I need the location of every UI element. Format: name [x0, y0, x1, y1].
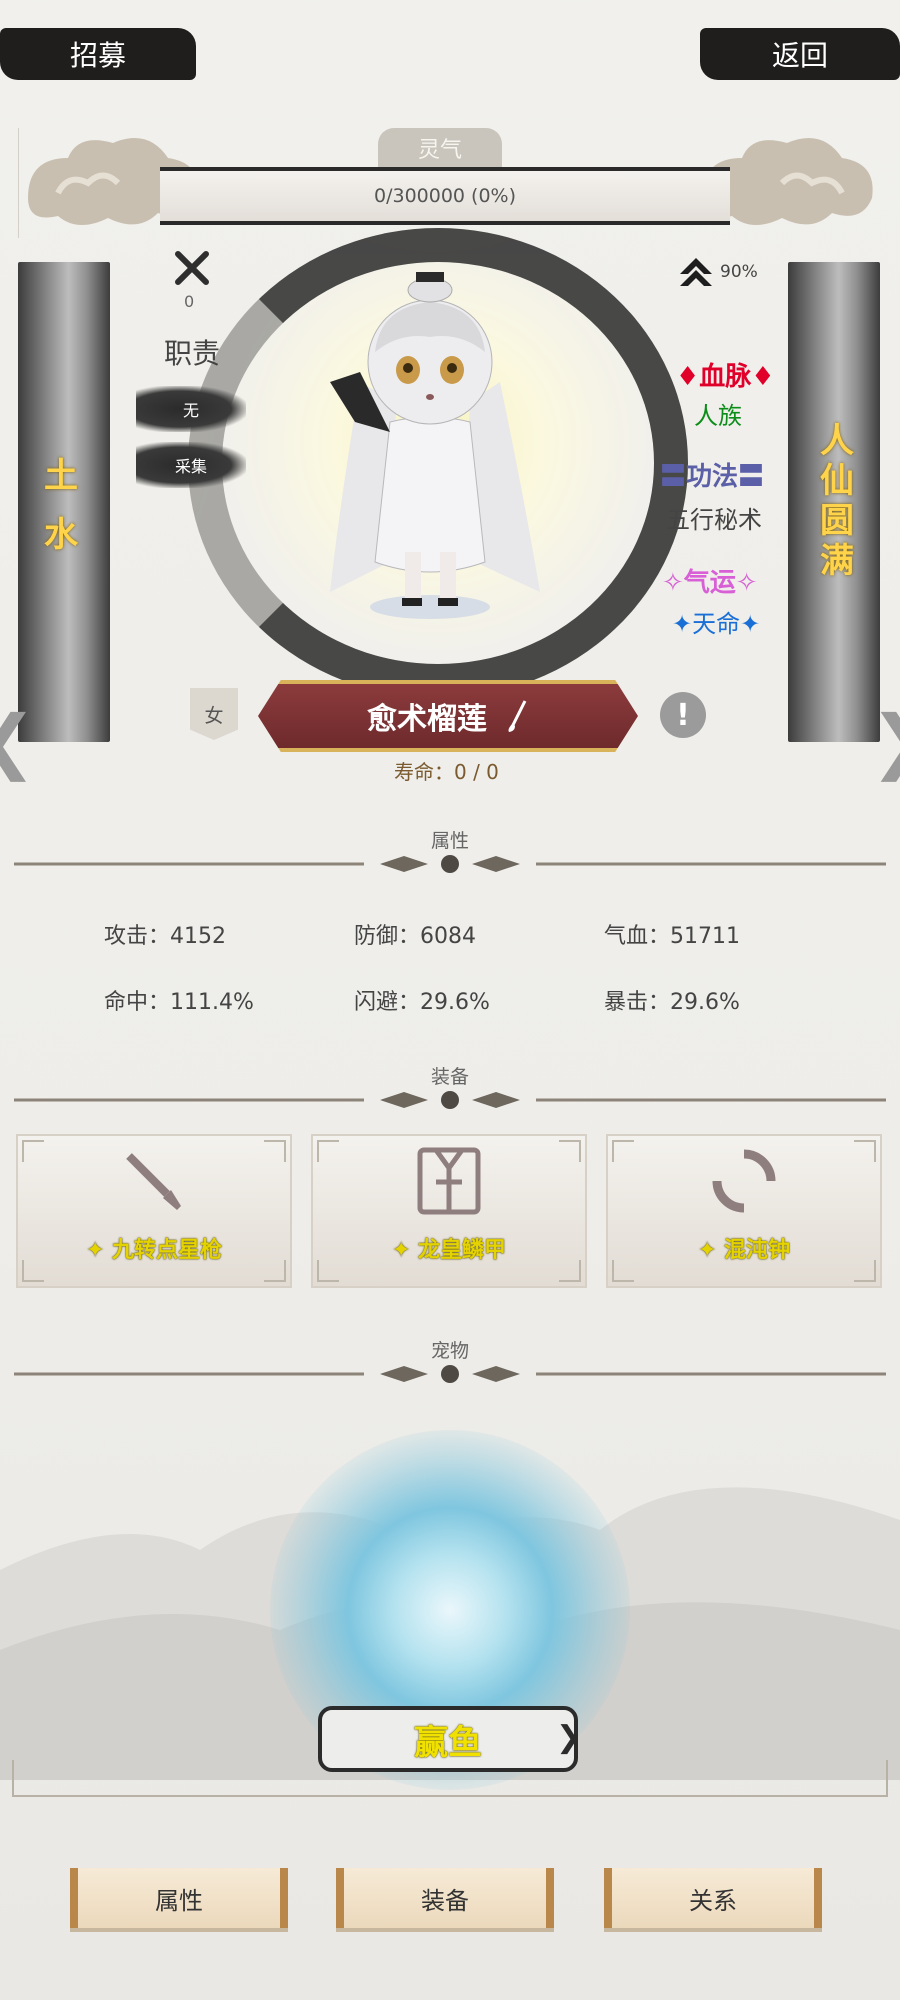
pet-name-button[interactable]: 赢鱼 [318, 1706, 578, 1772]
qi-progress-text: 0/300000 (0%) [373, 185, 517, 207]
frame-line [12, 1760, 14, 1796]
element-water: 水 [44, 515, 84, 555]
method-title: 〓功法〓 [660, 462, 765, 492]
character-portrait[interactable] [300, 262, 560, 632]
section-divider [14, 1365, 886, 1383]
equipment-name: ✦ 混沌钟 [697, 1238, 791, 1263]
bell-ring-icon [712, 1149, 776, 1213]
section-divider [14, 855, 886, 873]
spear-icon [126, 1153, 181, 1210]
armor-icon [417, 1147, 481, 1215]
stat-crit: 暴击：29.6% [604, 990, 740, 1015]
prev-character-arrow-icon[interactable]: ❮ [0, 700, 37, 782]
stat-dodge: 闪避：29.6% [354, 990, 490, 1015]
tab-attributes[interactable]: 属性 [70, 1868, 288, 1928]
duty-label: 职责 [164, 337, 221, 370]
section-title-equipment: 装备 [430, 1066, 469, 1088]
frame-line [12, 1795, 888, 1797]
equipment-slot-armor[interactable]: ✦ 龙皇鳞甲 [311, 1134, 587, 1288]
realm-text: 人仙圆满 [813, 422, 854, 582]
element-earth: 土 [44, 456, 84, 496]
character-name: 愈术榴莲 [367, 702, 487, 737]
stat-hit: 命中：111.4% [104, 990, 254, 1015]
next-character-arrow-icon[interactable]: ❯ [870, 700, 900, 782]
stat-defense: 防御：6084 [354, 924, 476, 949]
duty-tag-gather[interactable]: 采集 [136, 442, 246, 488]
tab-equipment[interactable]: 装备 [336, 1868, 554, 1928]
lifespan-text: 寿命：0 / 0 [394, 760, 499, 784]
section-title-pet: 宠物 [430, 1340, 469, 1362]
bloodline-value: 人族 [694, 402, 742, 430]
rank-percent: 90% [720, 262, 758, 282]
luck-value: ✦天命✦ [672, 610, 761, 638]
info-alert-button[interactable]: ! [660, 692, 706, 738]
character-name-banner[interactable]: 愈术榴莲 [258, 680, 638, 752]
luck-title: ✧气运✧ [662, 568, 758, 598]
stat-attack: 攻击：4152 [104, 924, 226, 949]
equipment-slot-weapon[interactable]: ✦ 九转点星枪 [16, 1134, 292, 1288]
method-value[interactable]: 五行秘术 [666, 500, 762, 535]
tab-relations[interactable]: 关系 [604, 1868, 822, 1928]
frame-line [886, 1760, 888, 1796]
section-title-attributes: 属性 [430, 830, 469, 852]
rank-up-icon [680, 258, 712, 286]
realm-pillar: 人仙圆满 [788, 262, 880, 742]
equipment-name: ✦ 九转点星枪 [85, 1238, 223, 1263]
equipment-slot-accessory[interactable]: ✦ 混沌钟 [606, 1134, 882, 1288]
equipment-name: ✦ 龙皇鳞甲 [391, 1238, 507, 1263]
right-ornament-icon: ❯ [556, 1720, 582, 1755]
stat-hp: 气血：51711 [604, 924, 740, 949]
weapon-count: 0 [184, 292, 195, 311]
back-button[interactable]: 返回 [700, 28, 900, 80]
bloodline-title: ♦血脉♦ [676, 362, 775, 392]
section-divider [14, 1091, 886, 1109]
qi-title: 灵气 [378, 128, 502, 168]
qi-progress-bar: 0/300000 (0%) [160, 167, 730, 225]
recruit-button[interactable]: 招募 [0, 28, 196, 80]
duty-tag-none[interactable]: 无 [136, 386, 246, 432]
crossed-swords-icon [175, 251, 209, 285]
element-pillar: 土 水 [18, 262, 110, 742]
gender-badge: 女 [190, 688, 238, 740]
edit-brush-icon[interactable] [505, 699, 529, 733]
